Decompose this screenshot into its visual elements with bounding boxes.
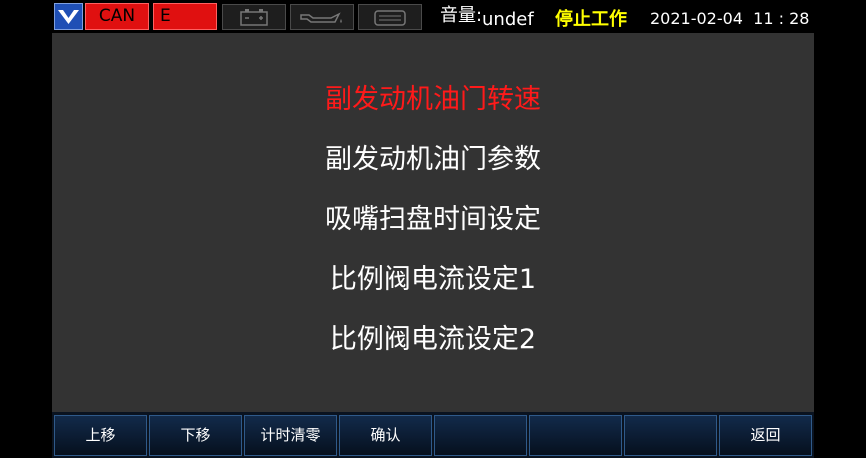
error-status-indicator: E <box>153 3 217 30</box>
menu-item-label: 副发动机油门参数 <box>325 144 541 175</box>
error-label: E <box>160 6 171 26</box>
confirm-button[interactable]: 确认 <box>339 415 432 456</box>
run-status: 停止工作 <box>555 9 627 30</box>
menu-item-aux-engine-throttle-params[interactable]: 副发动机油门参数 <box>52 142 814 178</box>
menu-item-proportional-valve-current-2[interactable]: 比例阀电流设定2 <box>52 322 814 358</box>
engine-icon <box>358 4 422 30</box>
can-status-indicator: CAN <box>85 3 149 30</box>
menu-item-aux-engine-throttle-speed[interactable]: 副发动机油门转速 <box>52 82 814 118</box>
oil-pressure-icon <box>290 4 354 30</box>
status-bar: CAN E 音量: undef 停止工作 2021-02-04 11: 28 <box>52 0 814 33</box>
menu-item-label: 比例阀电流设定2 <box>329 324 537 355</box>
move-down-button[interactable]: 下移 <box>149 415 242 456</box>
reset-timer-button[interactable]: 计时清零 <box>244 415 337 456</box>
volume-label: 音量: <box>440 5 483 26</box>
battery-icon <box>222 4 286 30</box>
menu-item-label: 吸嘴扫盘时间设定 <box>325 204 541 235</box>
menu-item-label: 比例阀电流设定1 <box>329 264 537 295</box>
can-label: CAN <box>98 6 136 26</box>
datetime-display: 2021-02-04 11 : 28 <box>650 9 810 28</box>
softkey-6[interactable] <box>529 415 622 456</box>
softkey-bar: 上移 下移 计时清零 确认 返回 <box>52 412 814 458</box>
volume-value: undef <box>482 9 534 30</box>
softkey-7[interactable] <box>624 415 717 456</box>
back-button[interactable]: 返回 <box>719 415 812 456</box>
menu-item-nozzle-brush-time[interactable]: 吸嘴扫盘时间设定 <box>52 202 814 238</box>
move-up-button[interactable]: 上移 <box>54 415 147 456</box>
menu-item-proportional-valve-current-1[interactable]: 比例阀电流设定1 <box>52 262 814 298</box>
hmi-screen: CAN E 音量: undef 停止工作 2021-02-04 11: 28 … <box>52 0 814 458</box>
menu-item-label: 副发动机油门转速 <box>325 84 541 115</box>
brand-logo <box>54 3 83 30</box>
softkey-5[interactable] <box>434 415 527 456</box>
